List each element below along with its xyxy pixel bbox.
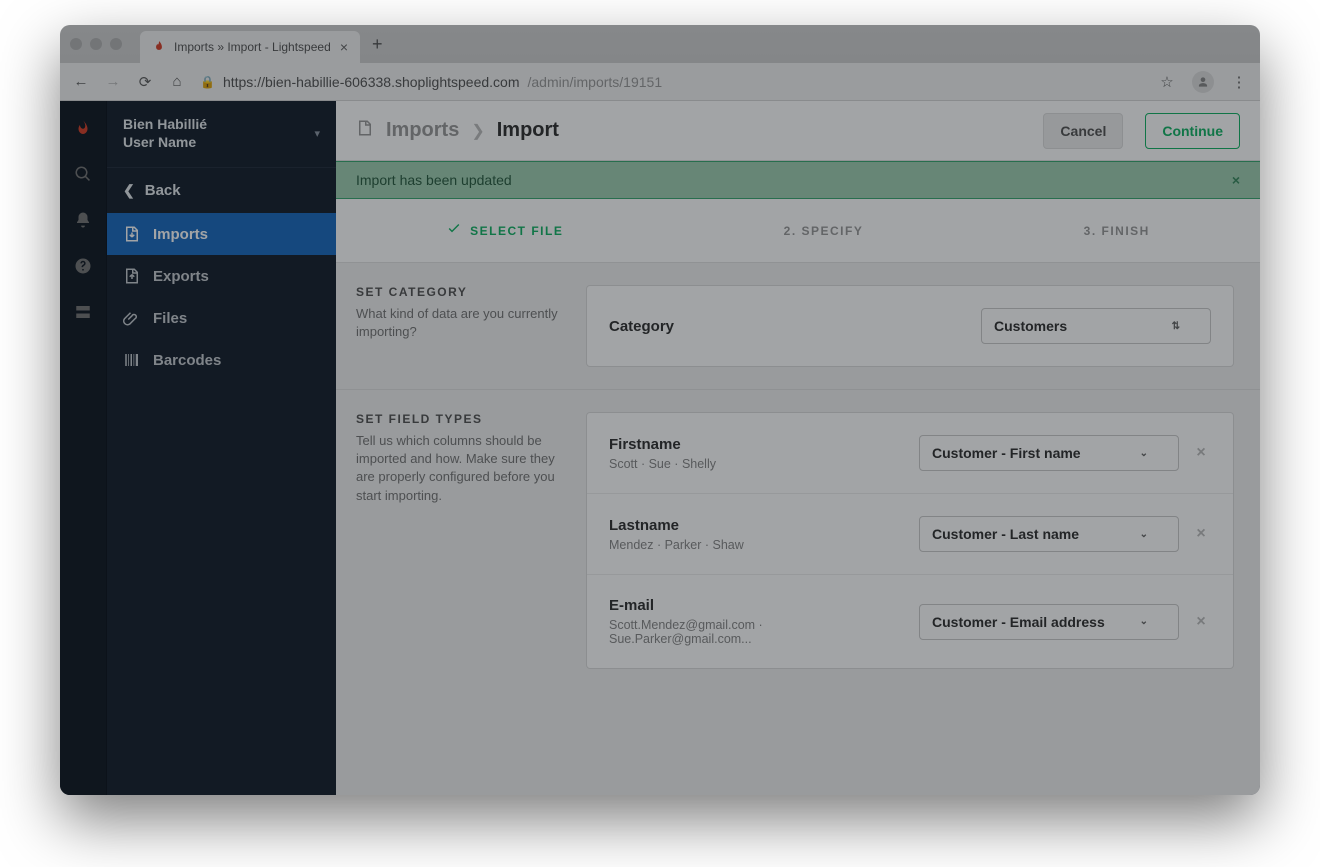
updown-icon: ⇅	[1172, 321, 1180, 332]
step-label: SELECT FILE	[470, 224, 563, 238]
app-root: Bien Habillié User Name ▾ ❮ Back Imports…	[60, 101, 1260, 795]
field-mapping-select[interactable]: Customer - Email address ⌄	[919, 604, 1179, 640]
flame-icon	[152, 40, 166, 54]
url-host: https://bien-habillie-606338.shoplightsp…	[223, 74, 520, 90]
step-select-file[interactable]: SELECT FILE	[446, 221, 563, 240]
field-sample: Mendez · Parker · Shaw	[609, 538, 907, 552]
wizard-steps: SELECT FILE 2. SPECIFY 3. FINISH	[336, 199, 1260, 263]
breadcrumb-parent[interactable]: Imports	[386, 119, 459, 142]
field-mapping-select[interactable]: Customer - Last name ⌄	[919, 516, 1179, 552]
sidebar-item-label: Imports	[153, 226, 208, 243]
field-name: E-mail	[609, 597, 907, 614]
step-finish[interactable]: 3. FINISH	[1084, 224, 1150, 238]
bell-icon[interactable]	[74, 211, 92, 229]
window-controls[interactable]	[70, 38, 122, 50]
field-row: Lastname Mendez · Parker · Shaw Customer…	[587, 494, 1233, 575]
maximize-window-icon[interactable]	[110, 38, 122, 50]
field-mapping-select[interactable]: Customer - First name ⌄	[919, 435, 1179, 471]
category-value: Customers	[994, 318, 1067, 334]
star-icon[interactable]: ☆	[1158, 73, 1176, 91]
chevron-left-icon: ❮	[123, 182, 135, 199]
alert-message: Import has been updated	[356, 172, 512, 188]
forward-icon[interactable]: →	[104, 73, 122, 90]
chevron-right-icon: ❯	[471, 121, 484, 141]
sidebar-item-files[interactable]: Files	[107, 297, 336, 339]
sidebar-item-label: Barcodes	[153, 352, 221, 369]
step-label: 2. SPECIFY	[784, 224, 864, 238]
section-desc: What kind of data are you currently impo…	[356, 305, 566, 341]
field-name: Firstname	[609, 436, 907, 453]
sidebar-item-barcodes[interactable]: Barcodes	[107, 339, 336, 381]
back-icon[interactable]: ←	[72, 73, 90, 90]
field-name: Lastname	[609, 517, 907, 534]
category-label: Category	[609, 318, 969, 335]
tab-title: Imports » Import - Lightspeed	[174, 40, 332, 54]
step-specify[interactable]: 2. SPECIFY	[784, 224, 864, 238]
address-bar[interactable]: 🔒 https://bien-habillie-606338.shoplight…	[200, 74, 1144, 90]
chevron-down-icon: ⌄	[1140, 616, 1148, 627]
cancel-button[interactable]: Cancel	[1043, 113, 1123, 149]
remove-field-icon[interactable]: ×	[1191, 613, 1211, 631]
field-row: E-mail Scott.Mendez@gmail.com · Sue.Park…	[587, 575, 1233, 668]
user-name: User Name	[123, 133, 207, 151]
icon-rail	[60, 101, 106, 795]
sidebar: Bien Habillié User Name ▾ ❮ Back Imports…	[106, 101, 336, 795]
search-icon[interactable]	[74, 165, 92, 183]
mapping-value: Customer - First name	[932, 445, 1081, 461]
section-title: SET CATEGORY	[356, 285, 566, 299]
minimize-window-icon[interactable]	[90, 38, 102, 50]
mapping-value: Customer - Email address	[932, 614, 1105, 630]
server-icon[interactable]	[74, 303, 92, 321]
page-header: Imports ❯ Import Cancel Continue	[336, 101, 1260, 161]
profile-icon[interactable]	[1192, 71, 1214, 93]
browser-window: Imports » Import - Lightspeed × + ← → ⟳ …	[60, 25, 1260, 795]
home-icon[interactable]: ⌂	[168, 73, 186, 90]
set-category-section: SET CATEGORY What kind of data are you c…	[336, 263, 1260, 390]
help-icon[interactable]	[74, 257, 92, 275]
check-icon	[446, 221, 462, 240]
sidebar-item-label: Exports	[153, 268, 209, 285]
breadcrumb-current: Import	[497, 119, 559, 142]
remove-field-icon[interactable]: ×	[1191, 444, 1211, 462]
chevron-down-icon: ⌄	[1140, 448, 1148, 459]
company-name: Bien Habillié	[123, 115, 207, 133]
sidebar-item-label: Files	[153, 310, 187, 327]
org-switcher[interactable]: Bien Habillié User Name ▾	[107, 101, 336, 168]
chevron-down-icon: ▾	[314, 127, 320, 140]
section-desc: Tell us which columns should be imported…	[356, 432, 566, 505]
continue-button[interactable]: Continue	[1145, 113, 1240, 149]
lock-icon: 🔒	[200, 75, 215, 89]
alert-close-icon[interactable]: ×	[1232, 172, 1240, 188]
category-select[interactable]: Customers ⇅	[981, 308, 1211, 344]
import-icon	[356, 119, 374, 142]
new-tab-button[interactable]: +	[372, 34, 383, 55]
field-row: Firstname Scott · Sue · Shelly Customer …	[587, 413, 1233, 494]
menu-icon[interactable]: ⋮	[1230, 73, 1248, 91]
main: Imports ❯ Import Cancel Continue Import …	[336, 101, 1260, 795]
field-sample: Scott.Mendez@gmail.com · Sue.Parker@gmai…	[609, 618, 907, 646]
mapping-value: Customer - Last name	[932, 526, 1079, 542]
remove-field-icon[interactable]: ×	[1191, 525, 1211, 543]
field-sample: Scott · Sue · Shelly	[609, 457, 907, 471]
section-title: SET FIELD TYPES	[356, 412, 566, 426]
url-path: /admin/imports/19151	[527, 74, 662, 90]
sidebar-item-exports[interactable]: Exports	[107, 255, 336, 297]
back-button[interactable]: ❮ Back	[107, 168, 336, 213]
browser-tab[interactable]: Imports » Import - Lightspeed ×	[140, 31, 360, 63]
step-label: 3. FINISH	[1084, 224, 1150, 238]
chevron-down-icon: ⌄	[1140, 529, 1148, 540]
back-label: Back	[145, 182, 181, 199]
set-field-types-section: SET FIELD TYPES Tell us which columns sh…	[336, 390, 1260, 691]
sidebar-item-imports[interactable]: Imports	[107, 213, 336, 255]
success-alert: Import has been updated ×	[336, 161, 1260, 199]
field-mapping-card: Firstname Scott · Sue · Shelly Customer …	[586, 412, 1234, 669]
browser-toolbar: ← → ⟳ ⌂ 🔒 https://bien-habillie-606338.s…	[60, 63, 1260, 101]
browser-tab-strip: Imports » Import - Lightspeed × +	[60, 25, 1260, 63]
close-window-icon[interactable]	[70, 38, 82, 50]
lightspeed-logo-icon[interactable]	[74, 119, 92, 137]
content: SET CATEGORY What kind of data are you c…	[336, 263, 1260, 795]
close-tab-icon[interactable]: ×	[340, 39, 348, 55]
reload-icon[interactable]: ⟳	[136, 73, 154, 91]
